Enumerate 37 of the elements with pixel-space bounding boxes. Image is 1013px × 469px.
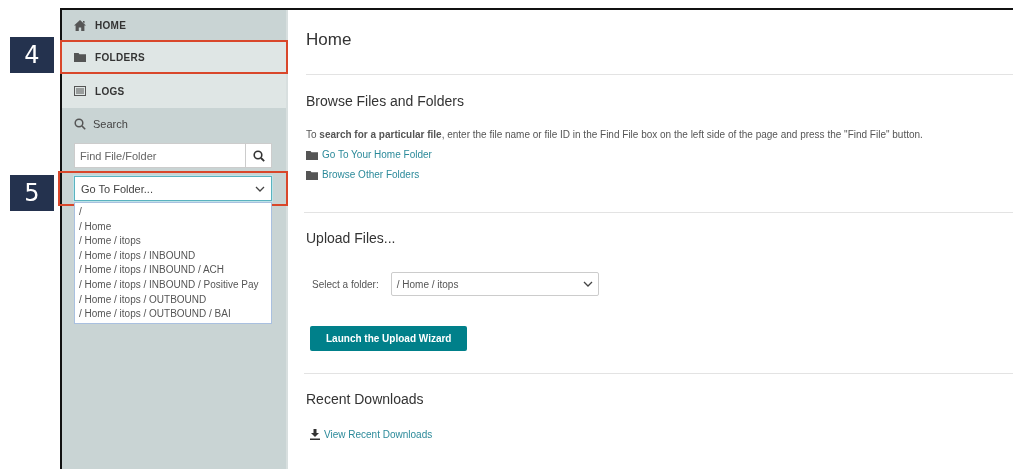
callout-number: 4 xyxy=(10,37,54,73)
dropdown-option[interactable]: / Home / itops / INBOUND / Positive Pay xyxy=(79,277,271,293)
dropdown-option[interactable]: / Home / itops / OUTBOUND xyxy=(79,292,271,308)
download-icon xyxy=(310,429,320,440)
folder-icon xyxy=(306,169,318,180)
select-label: Select a folder: xyxy=(312,278,379,290)
dropdown-option[interactable]: / Home / itops / INBOUND / ACH xyxy=(79,263,271,278)
callout-number: 5 xyxy=(10,175,54,211)
folder-dropdown[interactable]: Go To Folder... xyxy=(74,176,272,201)
folder-link[interactable]: Browse Other Folders xyxy=(322,169,420,180)
dropdown-option[interactable]: / xyxy=(79,205,271,220)
upload-wizard-button[interactable]: Launch the Upload Wizard xyxy=(310,326,468,351)
chevron-icon xyxy=(582,281,593,287)
folder-select[interactable]: / Home / itops xyxy=(390,272,599,296)
page-title: Home xyxy=(306,30,353,50)
section-heading: Upload Files... xyxy=(306,230,397,246)
search-icon xyxy=(74,118,86,130)
dropdown-option[interactable]: / Home / itops / INBOUND xyxy=(79,248,271,264)
search-icon xyxy=(252,149,265,162)
folder-icon xyxy=(74,52,86,62)
search-field[interactable]: Find File/Folder xyxy=(74,143,245,168)
folder-icon xyxy=(306,149,318,160)
section-heading: Browse Files and Folders xyxy=(306,93,465,109)
instruction-text: To search for a particular file, enter the file name or file ID in the Find File box on the left side of the page and press the "Find File" button. xyxy=(306,129,924,140)
section-heading: Recent Downloads xyxy=(306,391,425,407)
dropdown-option[interactable]: / Home / itops / OUTBOUND / BAI xyxy=(79,307,271,322)
folder-link[interactable]: Go To Your Home Folder xyxy=(322,149,432,160)
list-icon xyxy=(74,86,86,96)
dropdown-option[interactable]: / Home / itops xyxy=(79,234,271,249)
search-label: Search xyxy=(93,118,128,130)
dropdown-option[interactable]: / Home xyxy=(79,219,271,235)
nav-item[interactable]: FOLDERS xyxy=(62,40,286,74)
home-icon xyxy=(74,19,86,31)
search-button[interactable] xyxy=(245,143,272,168)
downloads-link[interactable]: View Recent Downloads xyxy=(324,429,433,440)
chevron-icon xyxy=(255,185,265,192)
nav-item[interactable]: LOGS xyxy=(62,74,286,108)
